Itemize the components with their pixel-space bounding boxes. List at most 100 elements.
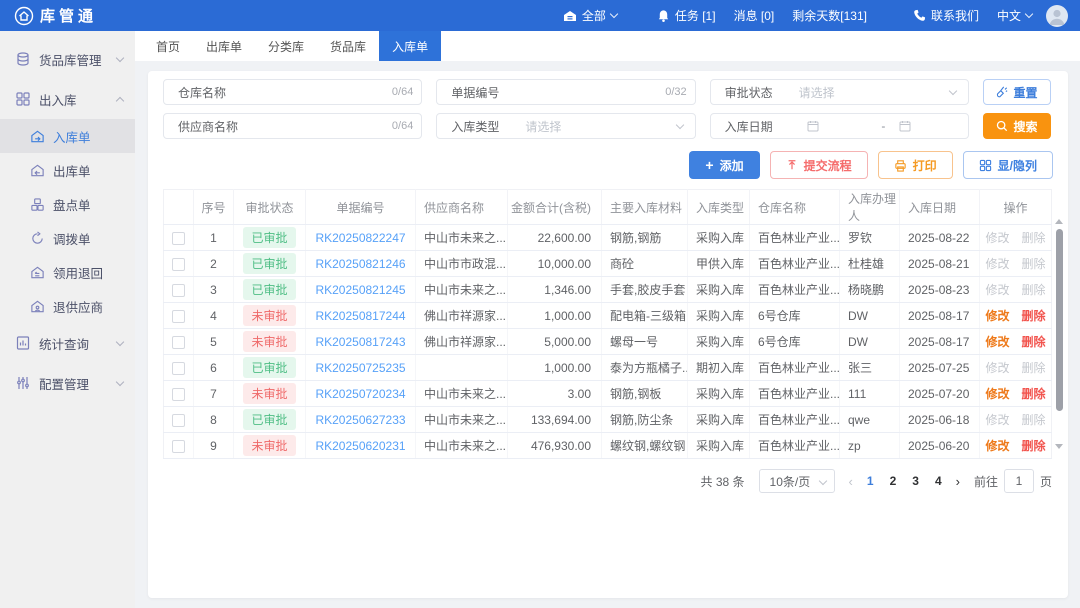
add-button[interactable]: + 添加: [689, 151, 759, 179]
sidebar-item-outbound-order[interactable]: 出库单: [0, 153, 135, 187]
row-index: 4: [194, 303, 234, 329]
row-checkbox[interactable]: [172, 310, 185, 323]
page-size-select[interactable]: 10条/页: [759, 469, 835, 493]
edit-button[interactable]: 修改: [985, 439, 1009, 453]
tab-3[interactable]: 货品库: [317, 31, 379, 61]
doc-number-field: 单据编号 0/32: [436, 79, 695, 105]
handler-cell: 罗钦: [840, 225, 900, 251]
tab-4[interactable]: 入库单: [379, 31, 441, 61]
row-checkbox[interactable]: [172, 414, 185, 427]
sidebar-item-stocktake-order[interactable]: 盘点单: [0, 187, 135, 221]
sidebar-item-goods-library[interactable]: 货品库管理: [0, 39, 135, 79]
house-supplier-icon: [30, 299, 45, 314]
row-checkbox[interactable]: [172, 284, 185, 297]
page-number[interactable]: 2: [890, 474, 897, 488]
tab-2[interactable]: 分类库: [255, 31, 317, 61]
tasks-link[interactable]: 任务 [1]: [657, 7, 716, 24]
scope-selector[interactable]: 全部: [563, 7, 617, 24]
delete-button[interactable]: 删除: [1022, 309, 1046, 323]
sidebar-item-statistics-query[interactable]: 统计查询: [0, 323, 135, 363]
doc-number-link[interactable]: RK20250627233: [315, 413, 405, 427]
house-return-icon: [30, 265, 45, 280]
doc-number-link[interactable]: RK20250822247: [315, 231, 405, 245]
handler-cell: qwe: [840, 407, 900, 433]
handler-cell: zp: [840, 433, 900, 459]
sidebar-item-inbound-order[interactable]: 入库单: [0, 119, 135, 153]
column-header: 单据编号: [306, 190, 416, 225]
coins-icon: [15, 51, 31, 67]
scroll-down-arrow[interactable]: [1055, 444, 1063, 449]
search-button[interactable]: 搜索: [983, 113, 1051, 139]
table-row: 2 已审批 RK20250821246 中山市市政混... 10,000.00 …: [164, 251, 1052, 277]
print-button[interactable]: 打印: [878, 151, 953, 179]
delete-button[interactable]: 删除: [1022, 335, 1046, 349]
doc-number-link[interactable]: RK20250821246: [315, 257, 405, 271]
doc-number-link[interactable]: RK20250817243: [315, 335, 405, 349]
doc-number-input[interactable]: [525, 85, 657, 99]
edit-button[interactable]: 修改: [985, 309, 1009, 323]
date-end-picker[interactable]: [891, 120, 968, 132]
supplier-name-input[interactable]: [252, 119, 384, 133]
edit-button[interactable]: 修改: [985, 387, 1009, 401]
warehouse-name-input[interactable]: [252, 85, 384, 99]
materials-cell: 配电箱-三级箱: [602, 303, 688, 329]
row-checkbox[interactable]: [172, 232, 185, 245]
scrollbar-thumb[interactable]: [1056, 229, 1063, 411]
delete-button[interactable]: 删除: [1022, 439, 1046, 453]
delete-button[interactable]: 删除: [1022, 387, 1046, 401]
row-checkbox[interactable]: [172, 258, 185, 271]
messages-link[interactable]: 消息 [0]: [734, 7, 775, 24]
inbound-type-cell: 采购入库: [688, 277, 750, 303]
doc-number-link[interactable]: RK20250725235: [315, 361, 405, 375]
tab-1[interactable]: 出库单: [193, 31, 255, 61]
contact-us-link[interactable]: 联系我们: [913, 7, 979, 24]
date-start-picker[interactable]: [799, 120, 876, 132]
home-logo-icon: [14, 6, 34, 26]
warehouse-name-cell: 百色林业产业...: [750, 407, 840, 433]
goto-page-input[interactable]: [1004, 469, 1034, 493]
doc-number-link[interactable]: RK20250620231: [315, 439, 405, 453]
user-avatar[interactable]: [1046, 5, 1068, 27]
tab-0[interactable]: 首页: [143, 31, 193, 61]
inbound-type-select[interactable]: 入库类型 请选择: [436, 113, 695, 139]
row-checkbox[interactable]: [172, 440, 185, 453]
row-checkbox[interactable]: [172, 336, 185, 349]
edit-button[interactable]: 修改: [985, 335, 1009, 349]
next-page-button[interactable]: ›: [956, 474, 960, 489]
row-checkbox[interactable]: [172, 362, 185, 375]
days-left[interactable]: 剩余天数[131]: [792, 7, 867, 24]
sidebar-item-configuration[interactable]: 配置管理: [0, 363, 135, 403]
sidebar-item-requisition-return[interactable]: 领用退回: [0, 255, 135, 289]
boxes-icon: [15, 91, 31, 107]
doc-number-link[interactable]: RK20250720234: [315, 387, 405, 401]
sidebar-item-return-to-supplier[interactable]: 退供应商: [0, 289, 135, 323]
supplier-name-cell: 中山市未来之...: [416, 225, 508, 251]
inbound-type-cell: 甲供入库: [688, 251, 750, 277]
page-number[interactable]: 4: [935, 474, 942, 488]
supplier-name-field: 供应商名称 0/64: [163, 113, 422, 139]
table-toolbar: + 添加 提交流程: [148, 139, 1068, 189]
page-number[interactable]: 3: [912, 474, 919, 488]
row-checkbox[interactable]: [172, 388, 185, 401]
show-hide-columns-button[interactable]: 显/隐列: [963, 151, 1053, 179]
sidebar-item-transfer-order[interactable]: 调拨单: [0, 221, 135, 255]
submit-flow-button[interactable]: 提交流程: [770, 151, 868, 179]
doc-number-link[interactable]: RK20250821245: [315, 283, 405, 297]
materials-cell: 钢筋,防尘条: [602, 407, 688, 433]
warehouse-name-cell: 百色林业产业...: [750, 381, 840, 407]
supplier-name-cell: 佛山市祥源家...: [416, 303, 508, 329]
approval-status-select[interactable]: 审批状态 请选择: [710, 79, 969, 105]
reset-button[interactable]: 重置: [983, 79, 1051, 105]
materials-cell: 钢筋,钢板: [602, 381, 688, 407]
topbar: 库管通 全部 任务 [1] 消息 [0]: [0, 0, 1080, 31]
previous-page-button[interactable]: ‹: [849, 474, 853, 489]
scroll-up-arrow[interactable]: [1055, 219, 1063, 224]
row-index: 8: [194, 407, 234, 433]
column-header: 供应商名称: [416, 190, 508, 225]
status-badge: 已审批: [243, 409, 295, 430]
language-selector[interactable]: 中文: [997, 7, 1032, 24]
page-number[interactable]: 1: [867, 474, 874, 488]
doc-number-link[interactable]: RK20250817244: [315, 309, 405, 323]
sidebar-item-in-out-warehouse[interactable]: 出入库: [0, 79, 135, 119]
amount-cell: 5,000.00: [508, 329, 602, 355]
